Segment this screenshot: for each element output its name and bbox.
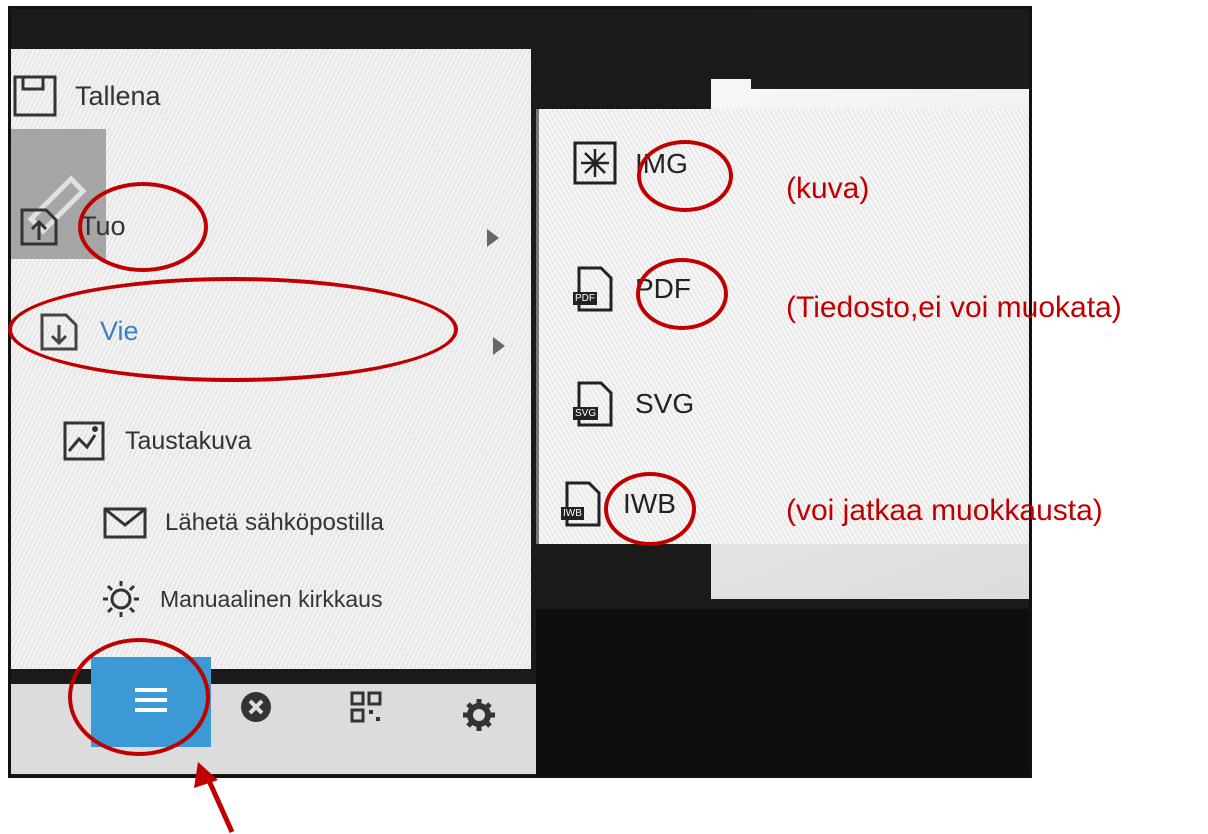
menu-item-kirkkaus[interactable]: Manuaalinen kirkkaus bbox=[96, 577, 382, 621]
pdf-file-icon: PDF bbox=[571, 264, 621, 314]
highlight-ring-tuo bbox=[78, 182, 208, 272]
dark-area-bottom bbox=[536, 609, 1029, 775]
submenu-arrow-vie bbox=[493, 337, 505, 355]
close-button[interactable] bbox=[226, 679, 286, 739]
close-circle-icon bbox=[238, 689, 274, 730]
highlight-ring-pdf bbox=[636, 258, 728, 330]
menu-item-label: Lähetä sähköpostilla bbox=[165, 509, 384, 536]
gear-icon bbox=[461, 697, 497, 738]
menu-item-label: Manuaalinen kirkkaus bbox=[160, 585, 383, 612]
mail-icon bbox=[101, 501, 151, 545]
menu-item-label: Taustakuva bbox=[125, 426, 252, 455]
image-file-icon bbox=[571, 139, 621, 189]
annotation-arrow bbox=[194, 762, 235, 834]
import-icon bbox=[16, 204, 66, 248]
menu-item-tallena[interactable]: Tallena bbox=[11, 74, 161, 118]
submenu-item-label: SVG bbox=[635, 388, 695, 419]
annotation-img: (kuva) bbox=[786, 172, 870, 205]
svg-file-icon: SVG bbox=[571, 379, 621, 429]
brightness-icon bbox=[96, 577, 146, 621]
settings-button[interactable] bbox=[449, 687, 509, 747]
submenu-item-svg[interactable]: SVG SVG bbox=[571, 379, 694, 429]
highlight-ring-menu-button bbox=[68, 638, 210, 756]
iwb-file-badge: IWB bbox=[561, 507, 584, 520]
qr-code-button[interactable] bbox=[336, 679, 396, 739]
dark-area bbox=[751, 9, 1029, 89]
pdf-file-badge: PDF bbox=[573, 292, 597, 305]
highlight-ring-iwb bbox=[604, 472, 696, 546]
menu-item-taustakuva[interactable]: Taustakuva bbox=[61, 419, 251, 463]
annotation-iwb: (voi jatkaa muokkausta) bbox=[786, 494, 1103, 527]
svg-file-badge: SVG bbox=[573, 407, 599, 420]
highlight-ring-img bbox=[637, 140, 733, 212]
iwb-file-icon: IWB bbox=[559, 479, 609, 529]
menu-item-laheta[interactable]: Lähetä sähköpostilla bbox=[101, 501, 384, 545]
submenu-divider bbox=[536, 109, 539, 544]
highlight-ring-vie bbox=[8, 277, 458, 382]
background-image-icon bbox=[61, 419, 111, 463]
submenu-arrow-tuo bbox=[487, 229, 499, 247]
save-icon bbox=[11, 74, 61, 118]
menu-item-label: Tallena bbox=[75, 80, 161, 111]
annotation-pdf: (Tiedosto,ei voi muokata) bbox=[786, 291, 1122, 324]
qr-code-icon bbox=[348, 689, 384, 730]
